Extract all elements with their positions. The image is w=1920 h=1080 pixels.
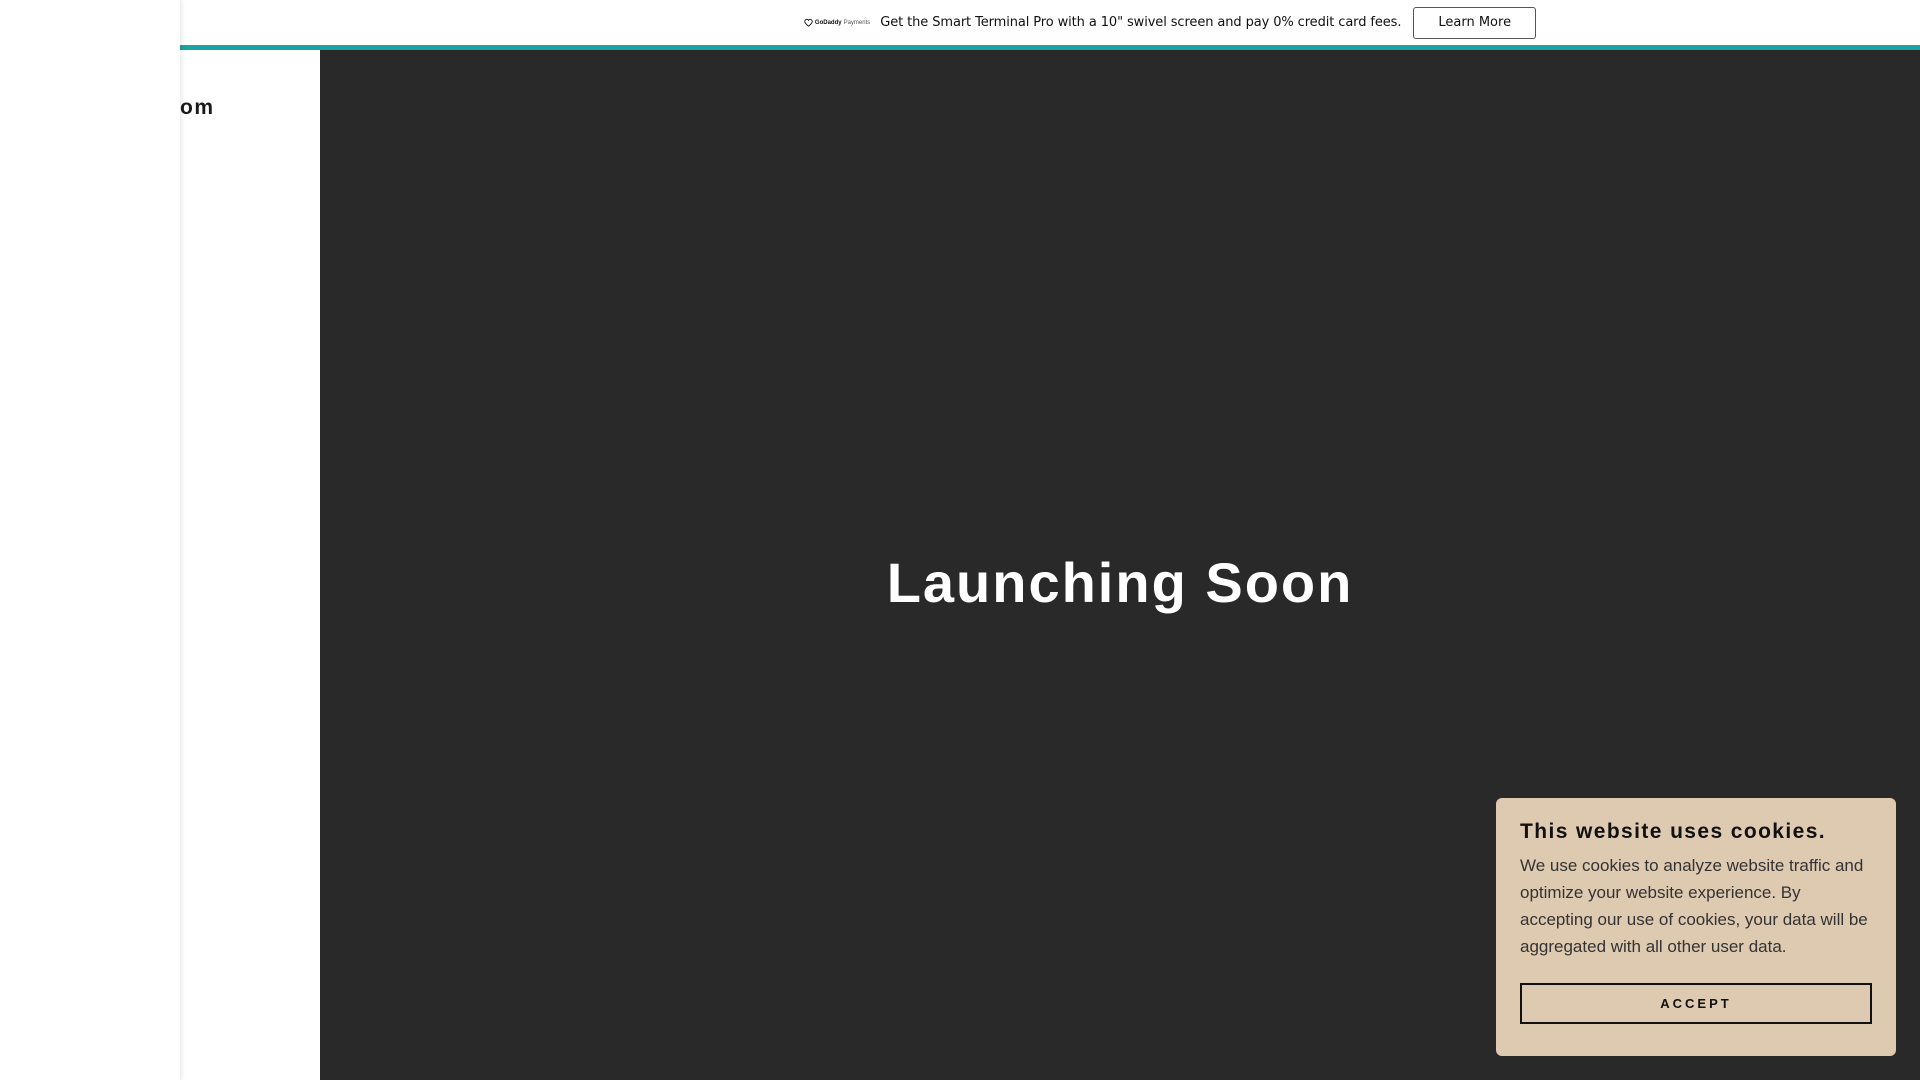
promo-message: Get the Smart Terminal Pro with a 10" sw… <box>880 15 1402 30</box>
logo-subtext: Payments <box>843 19 871 26</box>
godaddy-heart-icon <box>804 18 813 27</box>
learn-more-button[interactable]: Learn More <box>1413 6 1537 39</box>
hero-title: Launching Soon <box>886 551 1354 614</box>
godaddy-payments-logo: GoDaddy Payments <box>804 18 870 27</box>
cookie-banner: This website uses cookies. We use cookie… <box>1496 798 1896 1056</box>
site-title[interactable]: om <box>180 96 215 120</box>
cookie-message: We use cookies to analyze website traffi… <box>1520 856 1868 956</box>
logo-text: GoDaddy <box>814 19 842 26</box>
promo-banner: GoDaddy Payments Get the Smart Terminal … <box>180 0 1920 50</box>
side-panel <box>0 0 180 1080</box>
cookie-title: This website uses cookies. <box>1520 820 1827 843</box>
accept-cookies-button[interactable]: ACCEPT <box>1520 983 1872 1024</box>
site-header: om <box>180 50 320 1080</box>
